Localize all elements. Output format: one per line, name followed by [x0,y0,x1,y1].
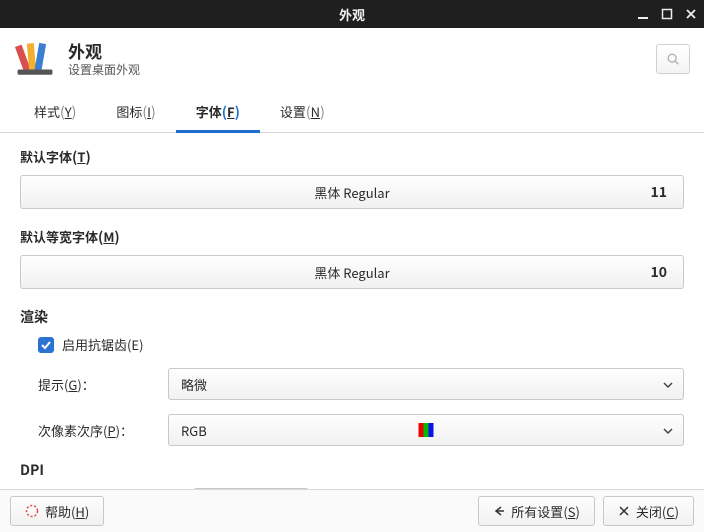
appearance-window: 外观 外观 设置桌面外观 样式(Y) 图标(I) 字体(F) 设置(N) 默认字… [0,0,704,532]
tab-style[interactable]: 样式(Y) [14,92,96,132]
tab-fonts[interactable]: 字体(F) [176,92,260,132]
chevron-down-icon [663,421,673,440]
subpixel-combo[interactable]: RGB [168,414,684,446]
default-font-size: 11 [650,182,667,202]
antialias-row: 启用抗锯齿(E) [38,335,684,354]
help-button[interactable]: 帮助(H) [10,496,104,526]
hinting-value: 略微 [181,375,207,394]
rgb-preview-icon [419,423,434,437]
hinting-label: 提示(G)： [38,375,168,394]
close-icon [618,505,630,517]
subpixel-row: 次像素次序(P)： RGB [38,414,684,446]
default-font-label: 默认字体(T) [20,147,684,167]
page-title: 外观 [68,41,140,61]
mono-font-name: 黑体 Regular [314,263,389,282]
header: 外观 设置桌面外观 [0,28,704,90]
subpixel-label: 次像素次序(P)： [38,421,168,440]
maximize-button[interactable] [660,7,674,21]
window-title: 外观 [339,5,365,24]
minimize-button[interactable] [636,7,650,21]
search-button[interactable] [656,44,690,74]
hinting-row: 提示(G)： 略微 [38,368,684,400]
back-arrow-icon [493,505,505,517]
antialias-checkbox[interactable] [38,337,54,353]
subpixel-value: RGB [181,421,207,440]
chevron-down-icon [663,375,673,394]
tabs: 样式(Y) 图标(I) 字体(F) 设置(N) [0,92,704,133]
search-icon [666,52,680,66]
page-subtitle: 设置桌面外观 [68,63,140,77]
footer: 帮助(H) 所有设置(S) 关闭(C) [0,489,704,532]
mono-font-size: 10 [650,262,667,282]
content: 默认字体(T) 黑体 Regular 11 默认等宽字体(M) 黑体 Regul… [0,133,704,489]
window-controls [636,0,698,28]
antialias-label: 启用抗锯齿(E) [62,335,144,354]
all-settings-button[interactable]: 所有设置(S) [478,496,595,526]
hinting-combo[interactable]: 略微 [168,368,684,400]
close-button[interactable] [684,7,698,21]
default-font-name: 黑体 Regular [314,183,389,202]
tab-icons[interactable]: 图标(I) [96,92,175,132]
close-dialog-button[interactable]: 关闭(C) [603,496,694,526]
tab-settings[interactable]: 设置(N) [260,92,345,132]
mono-font-label: 默认等宽字体(M) [20,227,684,247]
help-icon [25,504,39,518]
header-text: 外观 设置桌面外观 [68,41,140,78]
titlebar: 外观 [0,0,704,28]
rendering-label: 渲染 [20,307,684,327]
mono-font-button[interactable]: 黑体 Regular 10 [20,255,684,289]
dpi-label: DPI [20,460,684,480]
appearance-icon [14,38,56,80]
default-font-button[interactable]: 黑体 Regular 11 [20,175,684,209]
